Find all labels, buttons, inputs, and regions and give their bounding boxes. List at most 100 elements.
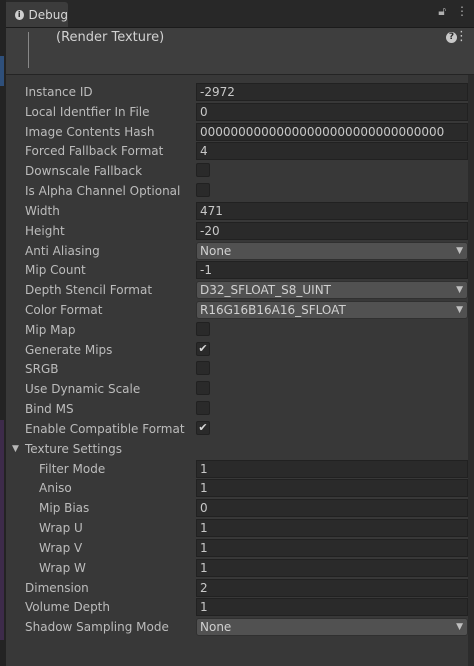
lock-icon[interactable]: 🔓︎: [438, 4, 446, 19]
foldout-arrow-icon[interactable]: ▼: [12, 441, 19, 457]
property-row: Downscale Fallback: [6, 161, 468, 181]
property-row: Local Identfier In File 0: [6, 102, 468, 122]
property-label: Wrap V: [39, 540, 83, 555]
property-row: Use Dynamic Scale: [6, 379, 468, 399]
property-label: Dimension: [25, 580, 89, 595]
object-thumbnail: [28, 32, 29, 68]
property-label: Depth Stencil Format: [25, 283, 153, 298]
value-field[interactable]: 0: [196, 102, 468, 121]
kebab-menu-icon[interactable]: ⋮: [455, 29, 468, 44]
dropdown-select[interactable]: None ▼: [196, 241, 468, 260]
dropdown-value: D32_SFLOAT_S8_UINT: [200, 283, 332, 298]
property-row: Volume Depth 1: [6, 597, 468, 617]
tab-debug[interactable]: i Debug: [6, 2, 68, 27]
value-field[interactable]: -20: [196, 221, 468, 240]
property-row: Wrap W 1: [6, 558, 468, 578]
property-row: Height -20: [6, 221, 468, 241]
property-label: Wrap W: [39, 560, 86, 575]
property-row: Depth Stencil Format D32_SFLOAT_S8_UINT ▼: [6, 280, 468, 300]
object-title: (Render Texture): [56, 30, 165, 45]
value-field[interactable]: -2972: [196, 83, 468, 101]
property-label: SRGB: [25, 362, 59, 377]
property-label: Height: [25, 223, 65, 238]
property-row: Color Format R16G16B16A16_SFLOAT ▼: [6, 300, 468, 320]
property-label: Shadow Sampling Mode: [25, 620, 169, 635]
property-row: ▼ Texture Settings: [6, 439, 468, 459]
property-row: Instance ID -2972: [6, 82, 468, 102]
checkmark-icon: ✔: [198, 341, 208, 355]
checkbox[interactable]: ✔: [196, 341, 210, 356]
value-field[interactable]: 00000000000000000000000000000000: [196, 122, 468, 141]
checkbox[interactable]: [196, 163, 210, 178]
value-field[interactable]: 1: [196, 479, 468, 498]
value-field[interactable]: 0: [196, 499, 468, 518]
value-field[interactable]: 1: [196, 598, 468, 617]
property-row: Wrap U 1: [6, 518, 468, 538]
checkbox[interactable]: [196, 401, 210, 416]
property-row: Generate Mips ✔: [6, 340, 468, 360]
property-label: Color Format: [25, 303, 103, 318]
value-field[interactable]: 2: [196, 578, 468, 597]
property-row: Forced Fallback Format 4: [6, 141, 468, 161]
value-field[interactable]: 471: [196, 201, 468, 220]
property-row: Aniso 1: [6, 478, 468, 498]
property-label: Filter Mode: [39, 461, 106, 476]
checkbox[interactable]: [196, 183, 210, 198]
property-label: Mip Bias: [39, 501, 90, 516]
edge-highlight: [0, 420, 4, 640]
property-label: Bind MS: [25, 402, 74, 417]
property-list: Instance ID -2972 Local Identfier In File 0…: [6, 75, 468, 666]
property-label: Downscale Fallback: [25, 164, 143, 179]
property-row: Anti Aliasing None ▼: [6, 241, 468, 261]
property-label: Anti Aliasing: [25, 243, 100, 258]
checkbox[interactable]: [196, 321, 210, 336]
property-row: Mip Count -1: [6, 260, 468, 280]
property-row: Shadow Sampling Mode None ▼: [6, 617, 468, 637]
property-row: Dimension 2: [6, 578, 468, 598]
property-label: Is Alpha Channel Optional: [25, 184, 181, 199]
kebab-menu-icon[interactable]: ⋮: [456, 4, 468, 19]
property-label: Width: [25, 203, 60, 218]
property-label[interactable]: Texture Settings: [25, 441, 122, 457]
property-label: Wrap U: [39, 521, 83, 536]
property-row: SRGB: [6, 359, 468, 379]
property-row: Enable Compatible Format ✔: [6, 419, 468, 439]
checkmark-icon: ✔: [198, 420, 208, 434]
chevron-down-icon: ▼: [456, 285, 463, 296]
property-row: Filter Mode 1: [6, 459, 468, 479]
value-field[interactable]: -1: [196, 261, 468, 280]
property-row: Width 471: [6, 201, 468, 221]
value-field[interactable]: 4: [196, 142, 468, 161]
tab-tools: 🔓︎ ⋮: [438, 4, 468, 19]
dropdown-select[interactable]: D32_SFLOAT_S8_UINT ▼: [196, 281, 468, 300]
value-field[interactable]: 1: [196, 538, 468, 557]
checkbox[interactable]: [196, 361, 210, 376]
checkbox[interactable]: ✔: [196, 420, 210, 435]
property-row: Image Contents Hash 000000000000000000000…: [6, 122, 468, 142]
property-label: Mip Count: [25, 263, 86, 278]
value-field[interactable]: 1: [196, 459, 468, 478]
property-row: Bind MS: [6, 399, 468, 419]
dropdown-value: R16G16B16A16_SFLOAT: [200, 303, 346, 318]
inspector-header: (Render Texture) ? ⋮: [6, 28, 474, 75]
property-row: Is Alpha Channel Optional: [6, 181, 468, 201]
property-label: Mip Map: [25, 322, 76, 337]
value-field[interactable]: 1: [196, 519, 468, 538]
info-icon: i: [15, 9, 24, 20]
dropdown-value: None: [200, 620, 232, 635]
property-label: Forced Fallback Format: [25, 144, 164, 159]
tab-label: Debug: [28, 7, 68, 22]
checkbox[interactable]: [196, 381, 210, 396]
property-label: Instance ID: [25, 85, 93, 99]
property-label: Aniso: [39, 481, 72, 496]
dropdown-value: None: [200, 243, 232, 258]
dropdown-select[interactable]: None ▼: [196, 618, 468, 637]
scrollbar[interactable]: [468, 75, 474, 666]
property-label: Volume Depth: [25, 600, 110, 615]
property-label: Generate Mips: [25, 342, 113, 357]
property-row: Mip Map: [6, 320, 468, 340]
dropdown-select[interactable]: R16G16B16A16_SFLOAT ▼: [196, 301, 468, 320]
value-field[interactable]: 1: [196, 558, 468, 577]
edge-highlight: [0, 56, 4, 86]
property-label: Local Identfier In File: [25, 104, 150, 119]
